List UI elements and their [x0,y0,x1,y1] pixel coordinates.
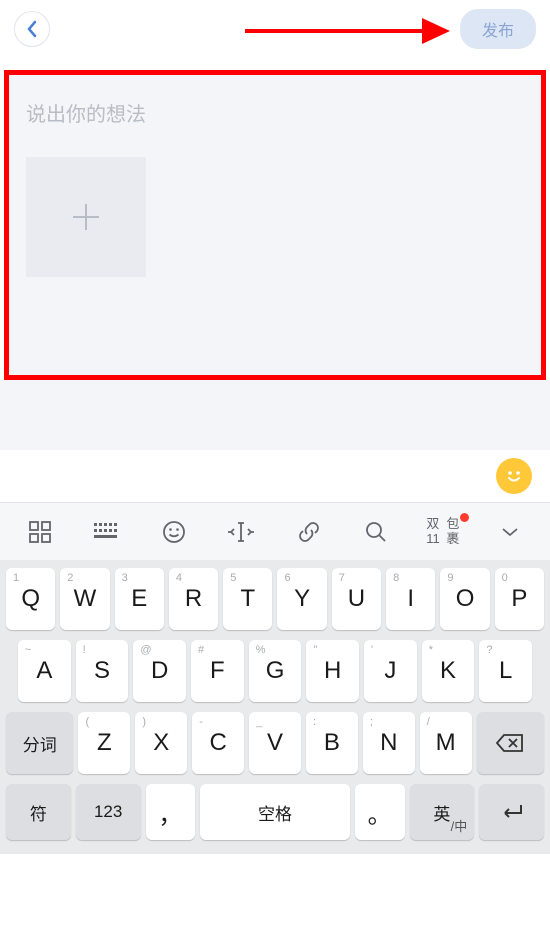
search-icon[interactable] [356,520,396,544]
key-e[interactable]: 3E [115,568,164,630]
notification-dot [460,513,469,522]
comma-key[interactable]: ， [146,784,196,840]
key-n[interactable]: ;N [363,712,415,774]
grid-icon[interactable] [20,521,60,543]
link-icon[interactable] [289,520,329,544]
key-i[interactable]: 8I [386,568,435,630]
key-j[interactable]: 'J [364,640,417,702]
backspace-icon [496,733,524,753]
key-k[interactable]: *K [422,640,475,702]
enter-key[interactable] [479,784,544,840]
key-s[interactable]: !S [76,640,129,702]
compose-area: 说出你的想法 [4,70,546,380]
key-l[interactable]: ?L [479,640,532,702]
emoji-toolbar-icon[interactable] [154,520,194,544]
back-button[interactable] [14,11,50,47]
symbol-key[interactable]: 符 [6,784,71,840]
key-h[interactable]: "H [306,640,359,702]
emoji-button[interactable] [496,458,532,494]
key-d[interactable]: @D [133,640,186,702]
key-b[interactable]: :B [306,712,358,774]
key-q[interactable]: 1Q [6,568,55,630]
segment-key[interactable]: 分词 [6,712,73,774]
key-f[interactable]: #F [191,640,244,702]
space-key[interactable]: 空格 [200,784,349,840]
package-label-1: 双11 [423,517,443,546]
package-label-2: 包裹 [443,517,463,546]
add-media-button[interactable] [26,157,146,277]
key-a[interactable]: ~A [18,640,71,702]
key-p[interactable]: 0P [495,568,544,630]
collapse-icon[interactable] [490,526,530,538]
key-w[interactable]: 2W [60,568,109,630]
key-m[interactable]: /M [420,712,472,774]
number-key[interactable]: 123 [76,784,141,840]
key-x[interactable]: )X [135,712,187,774]
key-v[interactable]: _V [249,712,301,774]
key-z[interactable]: (Z [78,712,130,774]
keyboard-icon[interactable] [87,523,127,541]
key-g[interactable]: %G [249,640,302,702]
keyboard: 1Q2W3E4R5T6Y7U8I9O0P ~A!S@D#F%G"H'J*K?L … [0,560,550,854]
smile-icon [502,464,526,488]
period-key[interactable]: 。 [355,784,405,840]
keyboard-toolbar: 双11 包裹 [0,502,550,560]
key-y[interactable]: 6Y [277,568,326,630]
backspace-key[interactable] [477,712,544,774]
spacer [0,380,550,450]
key-t[interactable]: 5T [223,568,272,630]
key-u[interactable]: 7U [332,568,381,630]
cursor-icon[interactable] [221,521,261,543]
language-key[interactable]: 英 /中 [410,784,475,840]
package-button[interactable]: 双11 包裹 [423,517,463,546]
key-r[interactable]: 4R [169,568,218,630]
compose-placeholder[interactable]: 说出你的想法 [26,98,524,127]
key-o[interactable]: 9O [440,568,489,630]
enter-icon [499,802,525,822]
key-c[interactable]: -C [192,712,244,774]
publish-button[interactable]: 发布 [460,9,536,49]
plus-icon [65,196,107,238]
emoji-bar [0,450,550,502]
